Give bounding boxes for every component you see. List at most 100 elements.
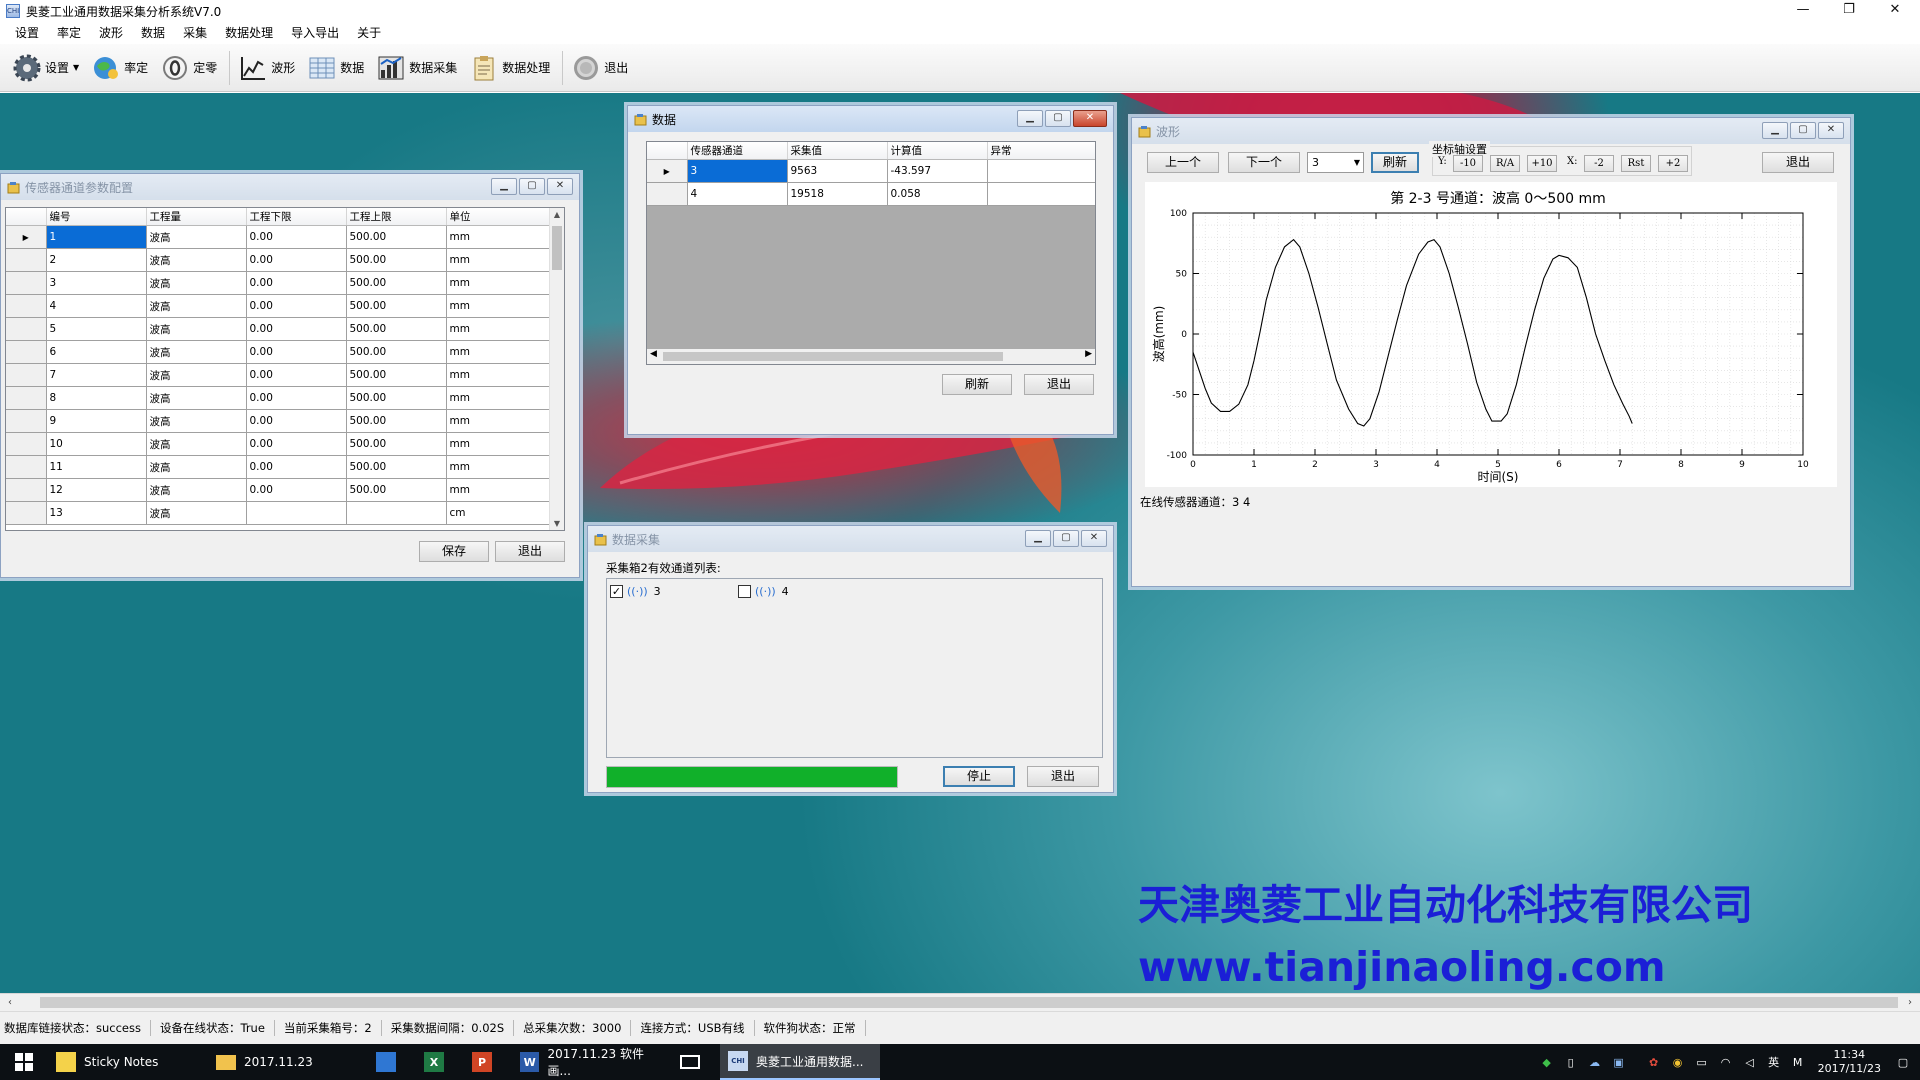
close-button[interactable]: ✕ xyxy=(1872,0,1918,22)
usb-icon[interactable]: ▯ xyxy=(1562,1053,1580,1071)
x-minus-2-button[interactable]: -2 xyxy=(1584,155,1614,172)
table-cell[interactable]: 500.00 xyxy=(346,478,447,502)
table-cell[interactable]: 500.00 xyxy=(346,294,447,318)
refresh-button[interactable]: 刷新 xyxy=(942,374,1012,395)
table-cell[interactable]: 4 xyxy=(46,294,147,318)
scrollbar-thumb[interactable] xyxy=(663,352,1003,361)
table-cell[interactable] xyxy=(246,501,347,525)
table-cell[interactable]: 0.058 xyxy=(887,182,988,206)
minimize-button[interactable]: ▁ xyxy=(491,178,517,195)
table-row[interactable]: 8 波高 0.00 500.00 mm xyxy=(6,386,551,410)
taskbar-item-folder[interactable]: 2017.11.23 xyxy=(208,1044,368,1080)
table-row[interactable]: 6 波高 0.00 500.00 mm xyxy=(6,340,551,364)
table-cell[interactable]: 2 xyxy=(46,248,147,272)
y-minus-10-button[interactable]: -10 xyxy=(1453,155,1483,172)
table-cell[interactable]: 波高 xyxy=(146,225,247,249)
table-cell[interactable]: 波高 xyxy=(146,409,247,433)
table-cell[interactable]: mm xyxy=(446,294,551,318)
close-button[interactable]: ✕ xyxy=(1818,122,1844,139)
save-button[interactable]: 保存 xyxy=(419,541,489,562)
channel-select[interactable]: 3 ▼ xyxy=(1307,152,1364,173)
table-cell[interactable]: 3 xyxy=(46,271,147,295)
menu-about[interactable]: 关于 xyxy=(348,22,390,44)
process-button[interactable]: 数据处理 xyxy=(465,48,554,88)
sensor-config-titlebar[interactable]: 传感器通道参数配置 ▁ ▢ ✕ xyxy=(1,174,579,200)
y-reset-button[interactable]: R/A xyxy=(1490,155,1520,172)
taskbar-item-store[interactable] xyxy=(368,1044,416,1080)
table-cell[interactable]: mm xyxy=(446,317,551,341)
ime-mode-indicator[interactable]: M xyxy=(1789,1053,1807,1071)
table-cell[interactable]: 0.00 xyxy=(246,294,347,318)
taskbar-item-mail[interactable] xyxy=(672,1044,720,1080)
minimize-button[interactable]: — xyxy=(1780,0,1826,22)
menu-acquire[interactable]: 采集 xyxy=(174,22,216,44)
scroll-down-icon[interactable]: ▼ xyxy=(550,519,564,528)
column-header[interactable]: 计算值 xyxy=(887,142,988,160)
menu-data[interactable]: 数据 xyxy=(132,22,174,44)
exit-button[interactable]: 退出 xyxy=(1762,152,1834,173)
table-cell[interactable]: 0.00 xyxy=(246,225,347,249)
close-button[interactable]: ✕ xyxy=(1073,110,1107,127)
exit-button[interactable]: 退出 xyxy=(495,541,565,562)
table-row[interactable]: 5 波高 0.00 500.00 mm xyxy=(6,317,551,341)
refresh-button[interactable]: 刷新 xyxy=(1371,152,1419,173)
minimize-button[interactable]: ▁ xyxy=(1017,110,1043,127)
table-row[interactable]: 11 波高 0.00 500.00 mm xyxy=(6,455,551,479)
table-cell[interactable]: 11 xyxy=(46,455,147,479)
table-cell[interactable]: mm xyxy=(446,409,551,433)
battery-icon[interactable]: ▭ xyxy=(1693,1053,1711,1071)
table-cell[interactable]: cm xyxy=(446,501,551,525)
wave-window-titlebar[interactable]: 波形 ▁ ▢ ✕ xyxy=(1132,118,1850,144)
table-cell[interactable]: 波高 xyxy=(146,432,247,456)
table-row[interactable]: 3 波高 0.00 500.00 mm xyxy=(6,271,551,295)
table-row[interactable]: 13 波高 cm xyxy=(6,501,551,525)
column-header[interactable]: 工程下限 xyxy=(246,208,347,226)
table-cell[interactable]: mm xyxy=(446,478,551,502)
restore-button[interactable]: ❐ xyxy=(1826,0,1872,22)
scroll-right-icon[interactable]: ▶ xyxy=(1085,349,1092,359)
table-cell[interactable]: 500.00 xyxy=(346,248,447,272)
table-cell[interactable] xyxy=(346,501,447,525)
close-button[interactable]: ✕ xyxy=(547,178,573,195)
table-row[interactable]: ▶ 1 波高 0.00 500.00 mm xyxy=(6,225,551,249)
taskbar-item-excel[interactable]: X xyxy=(416,1044,464,1080)
menu-process[interactable]: 数据处理 xyxy=(216,22,282,44)
table-cell[interactable]: 波高 xyxy=(146,294,247,318)
channel-checkbox[interactable]: ✓ xyxy=(610,585,623,598)
table-cell[interactable]: 6 xyxy=(46,340,147,364)
wifi-icon[interactable]: ◠ xyxy=(1717,1053,1735,1071)
table-cell[interactable]: 500.00 xyxy=(346,455,447,479)
table-row[interactable]: 2 波高 0.00 500.00 mm xyxy=(6,248,551,272)
chevron-down-icon[interactable]: ▼ xyxy=(1354,153,1360,172)
menu-settings[interactable]: 设置 xyxy=(6,22,48,44)
scrollbar-thumb[interactable] xyxy=(552,226,562,270)
table-cell[interactable]: 7 xyxy=(46,363,147,387)
calibrate-button[interactable]: 率定 xyxy=(87,48,152,88)
table-row[interactable]: 4 波高 0.00 500.00 mm xyxy=(6,294,551,318)
maximize-button[interactable]: ▢ xyxy=(519,178,545,195)
column-header[interactable]: 工程上限 xyxy=(346,208,447,226)
minimize-button[interactable]: ▁ xyxy=(1762,122,1788,139)
maximize-button[interactable]: ▢ xyxy=(1053,530,1079,547)
table-cell[interactable]: mm xyxy=(446,248,551,272)
table-cell[interactable]: mm xyxy=(446,455,551,479)
sensor-grid[interactable]: 编号 工程量 工程下限 工程上限 单位 ▶ 1 波高 0.00 500.00 mm 2 波高 0… xyxy=(5,207,565,531)
notification-icon[interactable]: ▢ xyxy=(1894,1053,1912,1071)
data-button[interactable]: 数据 xyxy=(303,48,368,88)
table-cell[interactable]: 8 xyxy=(46,386,147,410)
close-button[interactable]: ✕ xyxy=(1081,530,1107,547)
table-cell[interactable]: 500.00 xyxy=(346,363,447,387)
exit-app-button[interactable]: 退出 xyxy=(567,48,632,88)
table-cell[interactable]: 0.00 xyxy=(246,363,347,387)
next-button[interactable]: 下一个 xyxy=(1228,152,1300,173)
chrome-icon[interactable]: ◉ xyxy=(1669,1053,1687,1071)
table-cell[interactable]: 10 xyxy=(46,432,147,456)
prev-button[interactable]: 上一个 xyxy=(1147,152,1219,173)
table-cell[interactable]: 波高 xyxy=(146,363,247,387)
table-cell[interactable]: 1 xyxy=(46,225,147,249)
table-cell[interactable]: 5 xyxy=(46,317,147,341)
maximize-button[interactable]: ▢ xyxy=(1045,110,1071,127)
table-cell[interactable]: 500.00 xyxy=(346,317,447,341)
exit-button[interactable]: 退出 xyxy=(1027,766,1099,787)
table-cell[interactable]: 13 xyxy=(46,501,147,525)
